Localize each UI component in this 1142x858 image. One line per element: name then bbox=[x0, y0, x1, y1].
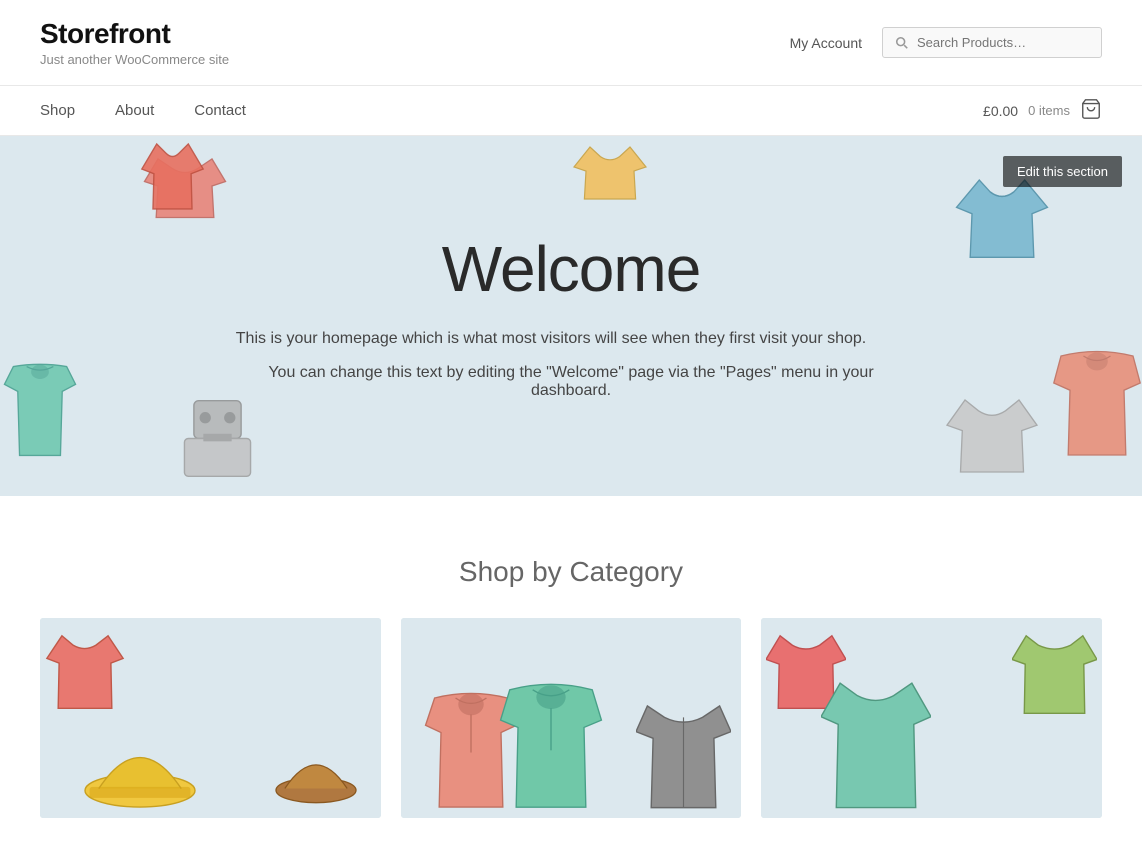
category-card-inner-1 bbox=[40, 618, 381, 818]
edit-section-button[interactable]: Edit this section bbox=[1003, 156, 1122, 187]
nav-link-shop[interactable]: Shop bbox=[40, 86, 95, 135]
logo-area: Storefront Just another WooCommerce site bbox=[40, 18, 229, 67]
cart-items-count: 0 items bbox=[1028, 103, 1070, 118]
category-card-inner-2 bbox=[401, 618, 742, 818]
hero-section: Edit this section bbox=[0, 136, 1142, 496]
category-decor-green-shirt bbox=[1012, 628, 1097, 723]
cart-icon-wrap[interactable] bbox=[1080, 98, 1102, 123]
hero-text-1: This is your homepage which is what most… bbox=[231, 330, 871, 348]
category-decor-teal-shirt bbox=[821, 668, 931, 818]
search-box bbox=[882, 27, 1102, 58]
category-decor-jacket-gray bbox=[636, 688, 731, 818]
cart-area[interactable]: £0.00 0 items bbox=[983, 98, 1102, 123]
hero-title: Welcome bbox=[231, 232, 911, 306]
decor-bottom-right-shirt bbox=[942, 391, 1042, 481]
category-decor-hoodie-teal bbox=[496, 668, 606, 818]
category-grid bbox=[40, 618, 1102, 818]
site-title: Storefront bbox=[40, 18, 229, 50]
search-input[interactable] bbox=[917, 35, 1089, 50]
site-header: Storefront Just another WooCommerce site… bbox=[0, 0, 1142, 86]
decor-far-left-top bbox=[140, 136, 205, 216]
category-decor-hat bbox=[80, 708, 200, 818]
category-decor-shirt-left bbox=[45, 628, 125, 718]
my-account-link[interactable]: My Account bbox=[790, 35, 862, 51]
header-right: My Account bbox=[790, 27, 1102, 58]
hero-content: Welcome This is your homepage which is w… bbox=[211, 172, 931, 460]
decor-right-hoodie bbox=[1052, 336, 1142, 466]
cart-icon bbox=[1080, 98, 1102, 120]
category-card-inner-3 bbox=[761, 618, 1102, 818]
cart-amount: £0.00 bbox=[983, 103, 1018, 119]
site-subtitle: Just another WooCommerce site bbox=[40, 52, 229, 67]
search-icon bbox=[895, 36, 909, 50]
shop-section: Shop by Category bbox=[0, 496, 1142, 858]
category-card-1[interactable] bbox=[40, 618, 381, 818]
nav-link-about[interactable]: About bbox=[95, 86, 174, 135]
main-nav: Shop About Contact £0.00 0 items bbox=[0, 86, 1142, 136]
nav-link-contact[interactable]: Contact bbox=[174, 86, 266, 135]
decor-left-hoodie bbox=[0, 356, 80, 466]
category-decor-hat2 bbox=[271, 728, 361, 808]
shop-section-title: Shop by Category bbox=[40, 556, 1102, 588]
hero-text-2: You can change this text by editing the … bbox=[231, 364, 911, 400]
nav-links: Shop About Contact bbox=[40, 86, 266, 135]
category-card-3[interactable] bbox=[761, 618, 1102, 818]
category-card-2[interactable] bbox=[401, 618, 742, 818]
